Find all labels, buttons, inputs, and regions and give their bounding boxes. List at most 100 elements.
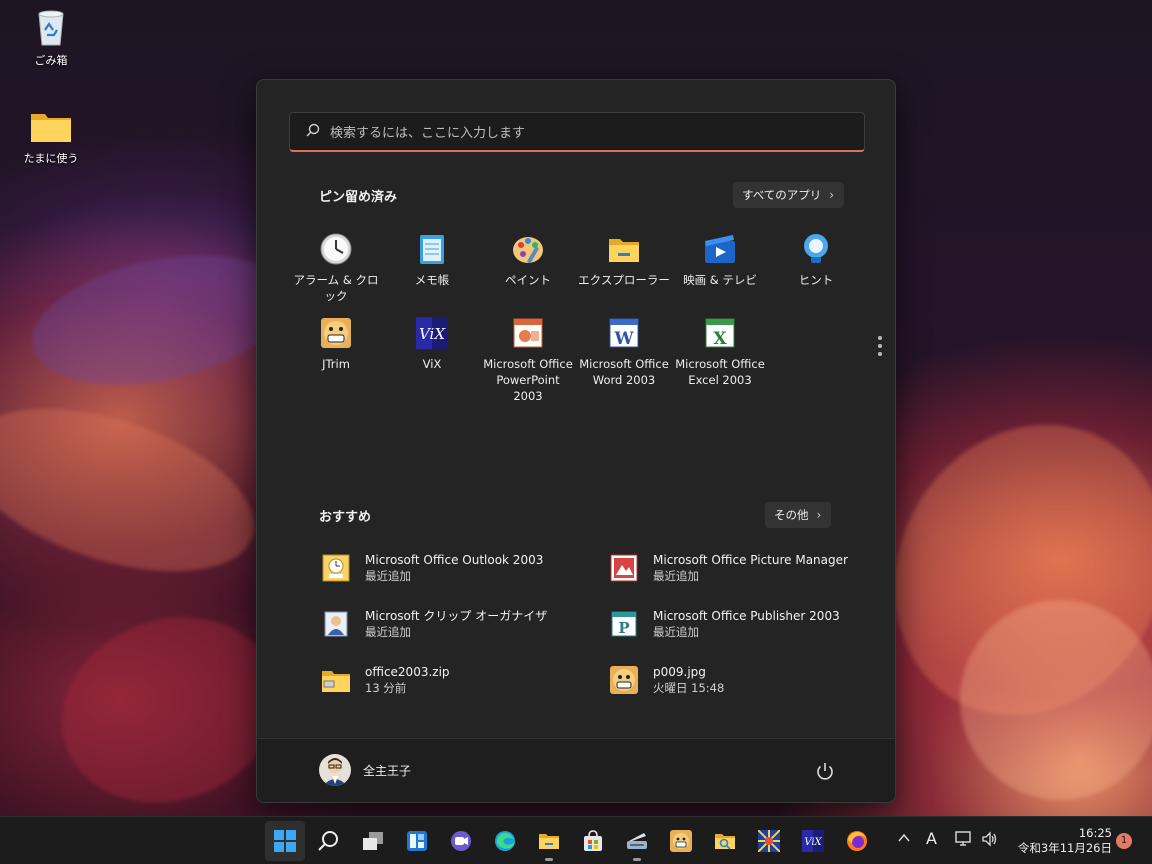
clock-date: 令和3年11月26日 — [1017, 841, 1112, 855]
taskbar-vix-button[interactable]: ViX — [793, 821, 833, 861]
app-label: Microsoft Office Word 2003 — [579, 357, 669, 387]
taskbar-chat-button[interactable] — [441, 821, 481, 861]
ime-indicator[interactable]: A — [926, 829, 937, 848]
svg-text:X: X — [713, 329, 727, 349]
clock-time: 16:25 — [1078, 826, 1112, 840]
zip-folder-icon — [321, 665, 351, 695]
taskbar-search-folder-button[interactable] — [705, 821, 745, 861]
pinned-app-paint[interactable]: ペイント — [480, 232, 576, 288]
recommended-item-name: p009.jpg — [653, 665, 706, 679]
search-input[interactable]: 検索するには、ここに入力します — [289, 112, 865, 152]
all-apps-label: すべてのアプリ — [742, 188, 822, 202]
user-button[interactable]: 全主王子 — [319, 754, 411, 786]
recommended-item[interactable]: Microsoft クリップ オーガナイザ 最近追加 — [321, 602, 581, 646]
recommended-item-name: office2003.zip — [365, 665, 450, 679]
edge-icon — [494, 830, 516, 852]
more-button[interactable]: その他 › — [765, 502, 832, 528]
search-icon — [318, 830, 340, 852]
app-label: 映画 & テレビ — [683, 273, 757, 287]
explorer-folder-icon — [607, 232, 641, 266]
pinned-app-notepad[interactable]: メモ帳 — [384, 232, 480, 288]
vix-icon: ViX — [415, 316, 449, 350]
app-label: エクスプローラー — [578, 273, 670, 287]
vix-icon: ViX — [802, 830, 824, 852]
taskbar-scanner-button[interactable] — [617, 821, 657, 861]
pinned-app-vix[interactable]: ViX ViX — [384, 316, 480, 372]
network-icon[interactable] — [955, 831, 973, 851]
pinned-app-powerpoint[interactable]: Microsoft Office PowerPoint 2003 — [480, 316, 576, 404]
recommended-item-sub: 13 分前 — [365, 681, 407, 695]
powerpoint-icon — [511, 316, 545, 350]
power-button[interactable] — [813, 759, 837, 783]
desktop-icon-recycle-bin[interactable]: ごみ箱 — [16, 8, 86, 68]
task-view-icon — [362, 830, 384, 852]
search-placeholder: 検索するには、ここに入力します — [330, 126, 526, 141]
app-label: Microsoft Office Excel 2003 — [675, 357, 765, 387]
recommended-item-sub: 火曜日 15:48 — [653, 681, 725, 695]
recommended-item[interactable]: Microsoft Office Outlook 2003 最近追加 — [321, 546, 581, 590]
taskbar-firefox-button[interactable] — [837, 821, 877, 861]
app-label: ペイント — [505, 273, 551, 287]
store-icon — [582, 830, 604, 852]
app-label: ViX — [422, 357, 442, 371]
recommended-item[interactable]: P Microsoft Office Publisher 2003 最近追加 — [609, 602, 869, 646]
firefox-icon — [846, 830, 868, 852]
movies-tv-icon — [703, 232, 737, 266]
pinned-app-word[interactable]: W Microsoft Office Word 2003 — [576, 316, 672, 388]
recommended-item-name: Microsoft クリップ オーガナイザ — [365, 609, 548, 623]
start-icon — [274, 830, 296, 852]
word-icon: W — [607, 316, 641, 350]
svg-text:P: P — [618, 619, 629, 637]
app-label: アラーム & クロック — [293, 273, 379, 303]
avatar — [319, 754, 351, 786]
desktop-icon-label: ごみ箱 — [34, 54, 68, 67]
more-label: その他 — [774, 508, 809, 522]
volume-icon[interactable] — [981, 831, 999, 851]
search-folder-icon — [714, 830, 736, 852]
pinned-app-alarm-clock[interactable]: アラーム & クロック — [288, 232, 384, 304]
taskbar-edge-button[interactable] — [485, 821, 525, 861]
start-menu-footer: 全主王子 — [257, 738, 895, 802]
all-apps-button[interactable]: すべてのアプリ › — [733, 182, 845, 208]
chevron-up-icon[interactable] — [897, 831, 911, 849]
app-label: JTrim — [322, 357, 350, 371]
outlook-icon — [321, 553, 351, 583]
taskbar-file-explorer-button[interactable] — [529, 821, 569, 861]
excel-icon: X — [703, 316, 737, 350]
pinned-app-jtrim[interactable]: JTrim — [288, 316, 384, 372]
recommended-item[interactable]: p009.jpg 火曜日 15:48 — [609, 658, 869, 702]
page-indicator[interactable] — [876, 336, 884, 360]
alarm-clock-icon — [319, 232, 353, 266]
pinned-app-excel[interactable]: X Microsoft Office Excel 2003 — [672, 316, 768, 388]
image-file-icon — [609, 665, 639, 695]
taskbar-jtrim-button[interactable] — [661, 821, 701, 861]
taskbar-store-button[interactable] — [573, 821, 613, 861]
notification-badge[interactable]: 1 — [1116, 833, 1132, 849]
folder-icon — [29, 106, 73, 146]
chevron-right-icon: › — [816, 508, 822, 522]
taskbar-start-button[interactable] — [265, 821, 305, 861]
desktop-icon-folder[interactable]: たまに使う — [16, 106, 86, 166]
svg-text:ViX: ViX — [804, 837, 822, 848]
pinned-app-movies-tv[interactable]: 映画 & テレビ — [672, 232, 768, 288]
recommended-item[interactable]: Microsoft Office Picture Manager 最近追加 — [609, 546, 869, 590]
taskbar-task-view-button[interactable] — [353, 821, 393, 861]
pinned-app-explorer[interactable]: エクスプローラー — [576, 232, 672, 288]
puzzle-app-icon — [757, 829, 781, 853]
app-label: ヒント — [798, 273, 834, 287]
recommended-item-name: Microsoft Office Outlook 2003 — [365, 553, 544, 567]
taskbar-puzzle-app-button[interactable] — [749, 821, 789, 861]
app-label: Microsoft Office PowerPoint 2003 — [483, 357, 573, 403]
recommended-item[interactable]: office2003.zip 13 分前 — [321, 658, 581, 702]
jtrim-icon — [670, 830, 692, 852]
recommended-item-sub: 最近追加 — [653, 569, 699, 583]
pinned-app-tips[interactable]: ヒント — [768, 232, 864, 288]
taskbar-widgets-button[interactable] — [397, 821, 437, 861]
widgets-icon — [406, 830, 428, 852]
taskbar-search-button[interactable] — [309, 821, 349, 861]
notepad-icon — [415, 232, 449, 266]
jtrim-icon — [319, 316, 353, 350]
recommended-item-sub: 最近追加 — [365, 625, 411, 639]
taskbar-clock[interactable]: 16:25 令和3年11月26日 — [1008, 826, 1112, 856]
chevron-right-icon: › — [829, 188, 835, 202]
